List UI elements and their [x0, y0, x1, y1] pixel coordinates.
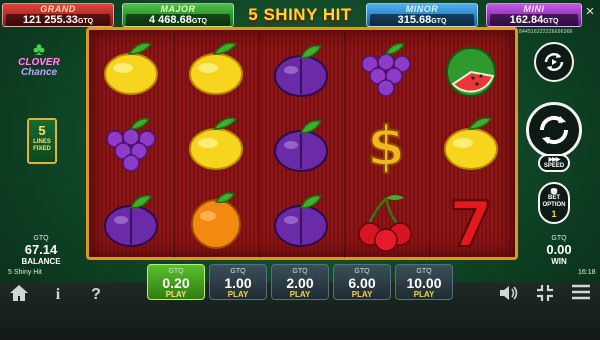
bet-play-label: PLAY [165, 290, 187, 299]
jackpot-minor-label: MINOR [405, 4, 439, 14]
lemon-symbol [178, 34, 254, 104]
reel-divider [344, 33, 345, 258]
speed-button[interactable]: ▶▶▶ SPEED [538, 154, 570, 172]
grapes-symbol [348, 34, 424, 104]
seven-symbol: 7 [433, 184, 509, 262]
jackpot-major-value: 4 468.68GTQ [126, 14, 230, 26]
spin-button[interactable] [526, 102, 582, 158]
plum-symbol [263, 109, 339, 179]
clover-icon: ♣ [33, 39, 45, 59]
fullscreen-icon[interactable] [534, 284, 556, 306]
bet-value: 2.00 [286, 275, 314, 291]
bet-play-label: PLAY [413, 290, 435, 299]
bet-value: 0.20 [162, 275, 190, 291]
bet-value: 1.00 [224, 275, 252, 291]
jackpot-grand-value: 121 255.33GTQ [6, 14, 110, 26]
autoplay-icon [544, 53, 564, 71]
jackpot-minor: MINOR 315.68GTQ [366, 3, 478, 27]
watermelon-symbol [433, 34, 509, 104]
cherry-symbol [348, 184, 424, 254]
lemon-symbol [178, 109, 254, 179]
bet-play-label: PLAY [289, 290, 311, 299]
lemon-symbol [433, 109, 509, 179]
win-value: 0.00 [546, 242, 572, 257]
logo-text-line2: Chance [20, 67, 58, 78]
bet-option-value: 1 [551, 208, 557, 219]
svg-text:$: $ [367, 115, 405, 178]
lines-fixed-badge: 5 LINES FIXED [27, 118, 57, 164]
game-title: 5 SHINY HIT [248, 5, 352, 24]
plum-symbol [263, 184, 339, 254]
bet-button[interactable]: GTQ 6.00 PLAY [333, 264, 391, 300]
coin-stack-icon: ⛃ [550, 186, 558, 196]
clock: 16:18 [578, 269, 596, 276]
reel-area[interactable]: $7 [86, 27, 518, 262]
plum-symbol [93, 184, 169, 254]
svg-text:7: 7 [449, 188, 492, 254]
bet-value: 6.00 [348, 275, 376, 291]
reel-divider [174, 33, 175, 258]
reel-divider [429, 33, 430, 258]
game-name-status: 5 Shiny Hit [8, 269, 42, 276]
round-serial: 844516222226696366 [519, 29, 573, 35]
jackpot-mini-label: MINI [523, 4, 545, 14]
bet-button[interactable]: GTQ 0.20 PLAY [147, 264, 205, 300]
bet-value: 10.00 [406, 275, 442, 291]
win-label: WIN [551, 257, 567, 266]
jackpot-grand-label: GRAND [40, 4, 76, 14]
bet-play-label: PLAY [227, 290, 249, 299]
bet-option-label-b: OPTION [542, 201, 566, 208]
lines-label: LINES [33, 139, 51, 145]
fixed-label: FIXED [33, 146, 51, 152]
info-icon[interactable]: i [47, 284, 69, 306]
win-display: GTQ 0.00 WIN [534, 235, 584, 266]
reel-divider [259, 33, 260, 258]
jackpot-minor-value: 315.68GTQ [370, 14, 474, 26]
close-icon[interactable]: × [582, 3, 598, 21]
grapes-symbol [93, 109, 169, 179]
balance-display: GTQ 67.14 BALANCE [8, 235, 74, 266]
jackpot-major: MAJOR 4 468.68GTQ [122, 3, 234, 27]
bet-option-label-a: BET [548, 194, 560, 201]
bet-button[interactable]: GTQ 10.00 PLAY [395, 264, 453, 300]
home-icon[interactable] [8, 284, 30, 306]
jackpot-mini-value: 162.84GTQ [490, 14, 578, 26]
bet-play-label: PLAY [351, 290, 373, 299]
bet-button[interactable]: GTQ 1.00 PLAY [209, 264, 267, 300]
bet-option-button[interactable]: ⛃ BET OPTION 1 [538, 182, 570, 224]
jackpot-grand: GRAND 121 255.33GTQ [2, 3, 114, 27]
lines-count: 5 [38, 123, 46, 138]
help-icon[interactable]: ? [85, 284, 107, 306]
orange-symbol [178, 184, 254, 254]
balance-label: BALANCE [21, 257, 61, 266]
jackpot-mini: MINI 162.84GTQ [486, 3, 582, 27]
lemon-symbol [93, 34, 169, 104]
jackpot-major-label: MAJOR [160, 4, 196, 14]
speed-label: SPEED [543, 163, 565, 169]
spin-icon [539, 115, 569, 145]
plum-symbol [263, 34, 339, 104]
clover-chance-logo: ♣ CLOVER Chance [14, 40, 64, 82]
dollar-symbol: $ [348, 109, 424, 179]
bet-button[interactable]: GTQ 2.00 PLAY [271, 264, 329, 300]
balance-value: 67.14 [24, 242, 58, 257]
speaker-icon[interactable] [497, 284, 519, 306]
autoplay-button[interactable] [534, 42, 574, 82]
menu-icon[interactable] [570, 284, 592, 306]
